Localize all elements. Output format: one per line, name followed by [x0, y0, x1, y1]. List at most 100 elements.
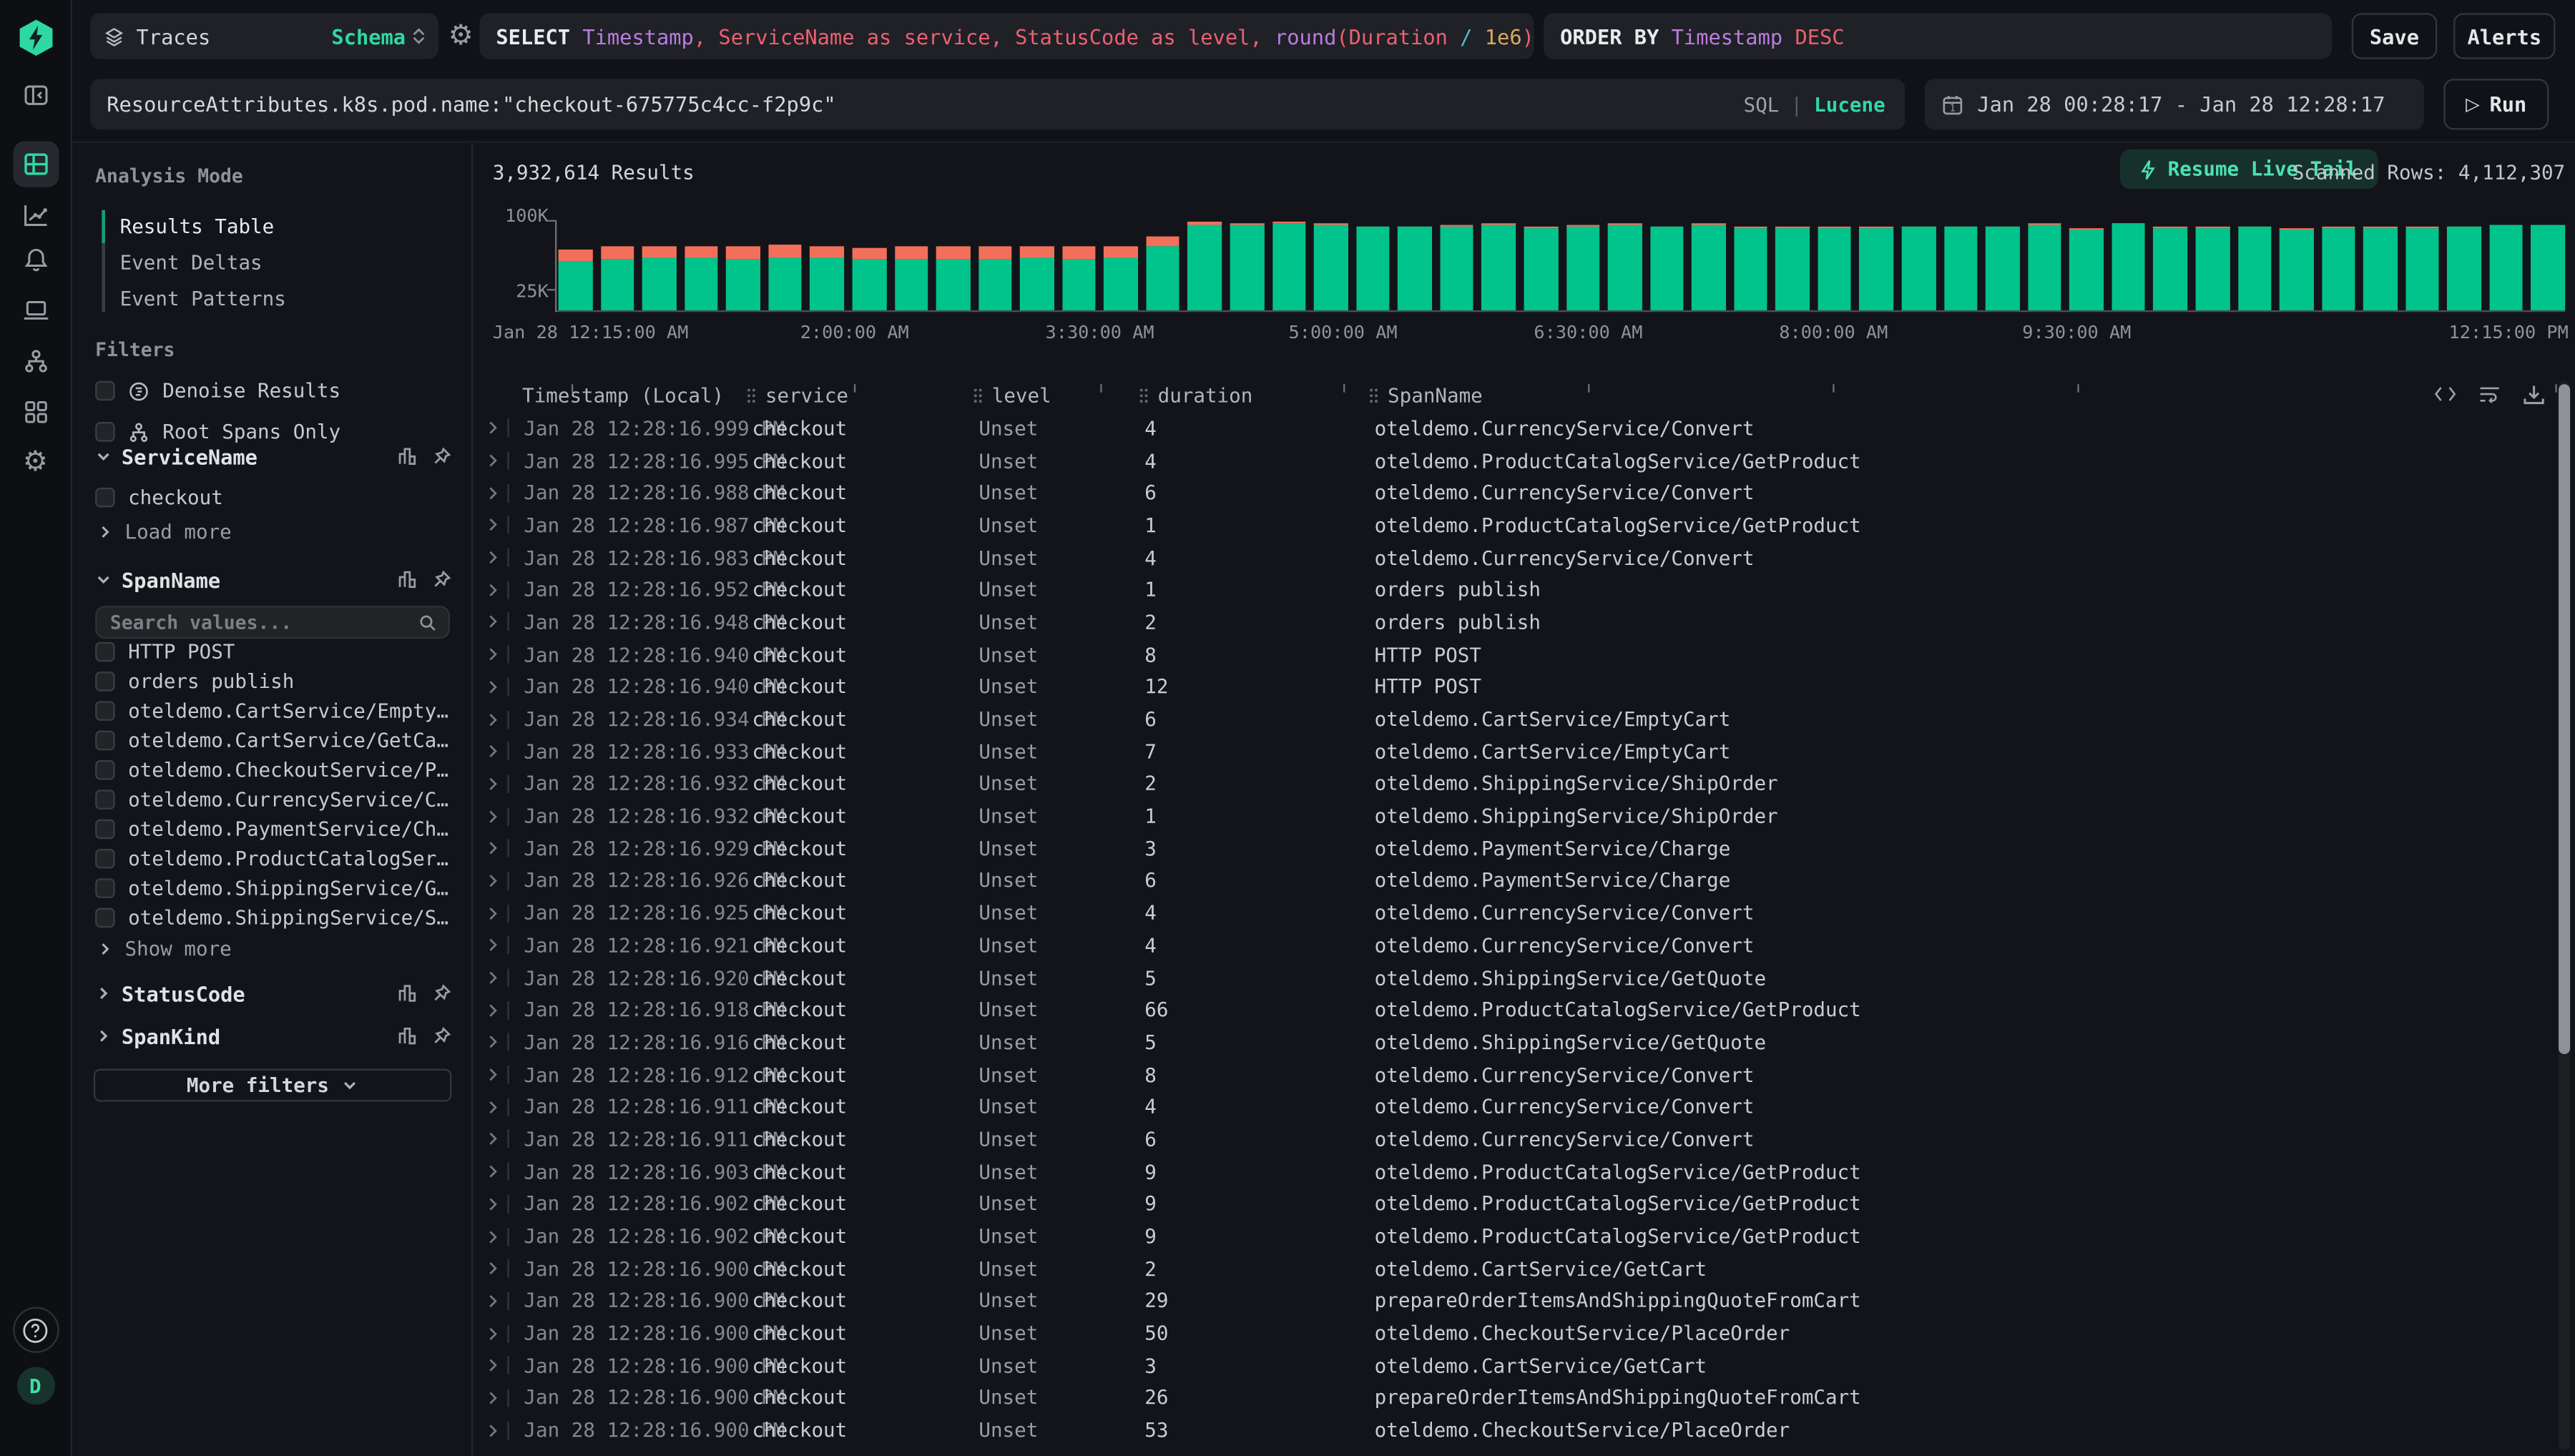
group-chart-icon[interactable]	[398, 570, 418, 590]
filter-value-row[interactable]: oteldemo.CurrencyService/Con…	[95, 784, 455, 814]
user-avatar[interactable]: D	[16, 1367, 54, 1405]
filter-value-row[interactable]: checkout	[95, 483, 455, 512]
value-checkbox[interactable]	[95, 878, 115, 898]
row-expand-chevron[interactable]	[486, 1035, 508, 1050]
value-checkbox[interactable]	[95, 820, 115, 840]
group-chart-icon[interactable]	[398, 446, 418, 466]
table-row[interactable]: Jan 28 12:28:16.999 PMcheckoutUnset4otel…	[473, 412, 2552, 444]
group-chart-icon[interactable]	[398, 1026, 418, 1046]
mode-event-patterns[interactable]: Event Patterns	[120, 285, 286, 312]
table-row[interactable]: Jan 28 12:28:16.988 PMcheckoutUnset6otel…	[473, 477, 2552, 509]
row-expand-chevron[interactable]	[486, 1391, 508, 1406]
value-checkbox[interactable]	[95, 701, 115, 721]
table-row[interactable]: Jan 28 12:28:16.940 PMcheckoutUnset12HTT…	[473, 671, 2552, 703]
table-row[interactable]: Jan 28 12:28:16.900 PMcheckoutUnset29pre…	[473, 1285, 2552, 1317]
table-row[interactable]: Jan 28 12:28:16.902 PMcheckoutUnset9otel…	[473, 1220, 2552, 1252]
histogram-bar[interactable]	[1230, 224, 1264, 310]
group-spankind-header[interactable]: SpanKind	[95, 1023, 451, 1049]
table-row[interactable]: Jan 28 12:28:16.948 PMcheckoutUnset2orde…	[473, 606, 2552, 638]
drag-handle-icon[interactable]	[1368, 388, 1380, 404]
histogram-bar[interactable]	[1272, 221, 1305, 310]
row-expand-chevron[interactable]	[486, 1003, 508, 1018]
histogram-bar[interactable]	[810, 246, 844, 310]
drag-handle-icon[interactable]	[745, 388, 757, 404]
column-header-timestamp-local-[interactable]: Timestamp (Local)	[522, 384, 745, 407]
table-row[interactable]: Jan 28 12:28:16.900 PMcheckoutUnset50ote…	[473, 1317, 2552, 1349]
histogram-bar[interactable]	[1314, 223, 1348, 310]
group-pin-icon[interactable]	[432, 983, 452, 1003]
save-button[interactable]: Save	[2352, 13, 2437, 59]
row-expand-chevron[interactable]	[486, 841, 508, 856]
alerts-bell-icon[interactable]	[22, 246, 49, 272]
collapse-sidebar-icon[interactable]	[22, 82, 49, 109]
histogram-bar[interactable]	[2322, 227, 2355, 310]
row-expand-chevron[interactable]	[486, 712, 508, 727]
row-expand-chevron[interactable]	[486, 873, 508, 888]
more-filters-button[interactable]: More filters	[94, 1069, 452, 1102]
histogram-bar[interactable]	[1566, 225, 1599, 310]
root-spans-checkbox[interactable]	[95, 422, 115, 442]
table-row[interactable]: Jan 28 12:28:16.902 PMcheckoutUnset9otel…	[473, 1188, 2552, 1220]
row-expand-chevron[interactable]	[486, 550, 508, 565]
source-settings-gear-icon[interactable]: ⚙	[448, 23, 475, 49]
row-expand-chevron[interactable]	[486, 647, 508, 662]
chart-explorer-icon[interactable]	[21, 201, 49, 229]
histogram-bar[interactable]	[1860, 227, 1893, 310]
group-pin-icon[interactable]	[432, 446, 452, 466]
histogram-bar[interactable]	[1943, 226, 1977, 310]
row-expand-chevron[interactable]	[486, 679, 508, 694]
filter-value-row[interactable]: HTTP POST	[95, 637, 455, 666]
table-row[interactable]: Jan 28 12:28:16.900 PMcheckoutUnset2otel…	[473, 1252, 2552, 1284]
table-row[interactable]: Jan 28 12:28:16.987 PMcheckoutUnset1otel…	[473, 509, 2552, 541]
histogram-bar[interactable]	[1692, 223, 1725, 310]
value-checkbox[interactable]	[95, 760, 115, 780]
histogram-bar[interactable]	[1398, 226, 1431, 310]
group-chart-icon[interactable]	[398, 983, 418, 1003]
row-expand-chevron[interactable]	[486, 1294, 508, 1309]
row-expand-chevron[interactable]	[486, 1261, 508, 1277]
run-button[interactable]: ▷Run	[2443, 79, 2549, 129]
mode-results-table[interactable]: Results Table	[120, 213, 275, 240]
histogram-bar[interactable]	[1440, 225, 1473, 310]
language-toggle-sql[interactable]: SQL	[1744, 93, 1780, 116]
row-expand-chevron[interactable]	[486, 518, 508, 533]
group-pin-icon[interactable]	[432, 570, 452, 590]
row-expand-chevron[interactable]	[486, 744, 508, 759]
histogram-bar[interactable]	[1062, 246, 1096, 310]
histogram-bar[interactable]	[1146, 237, 1179, 310]
scrollbar-thumb[interactable]	[2559, 384, 2570, 1054]
table-row[interactable]: Jan 28 12:28:16.932 PMcheckoutUnset2otel…	[473, 767, 2552, 800]
column-header-service[interactable]: service	[745, 384, 972, 407]
load-more-link[interactable]: Load more	[99, 521, 232, 543]
app-logo[interactable]	[14, 16, 57, 59]
histogram-bar[interactable]	[2237, 226, 2271, 310]
row-expand-chevron[interactable]	[486, 1358, 508, 1373]
histogram-bar[interactable]	[2112, 223, 2145, 310]
team-settings-gear-icon[interactable]: ⚙	[23, 449, 48, 477]
service-map-icon[interactable]	[21, 348, 49, 375]
histogram-bar[interactable]	[2405, 227, 2439, 310]
histogram-bar[interactable]	[936, 247, 970, 310]
row-expand-chevron[interactable]	[486, 1326, 508, 1341]
histogram-bar[interactable]	[642, 246, 676, 310]
histogram-bar[interactable]	[2531, 225, 2565, 310]
filter-value-row[interactable]: oteldemo.ProductCatalogServi…	[95, 844, 455, 873]
row-expand-chevron[interactable]	[486, 486, 508, 501]
dashboards-icon[interactable]	[23, 400, 47, 424]
histogram-bar[interactable]	[1734, 227, 1767, 310]
group-servicename-header[interactable]: ServiceName	[95, 443, 451, 470]
histogram-bar[interactable]	[1608, 224, 1642, 310]
search-results-nav-active[interactable]	[13, 141, 59, 187]
span-search-input[interactable]	[97, 611, 418, 634]
denoise-checkbox[interactable]	[95, 381, 115, 401]
histogram-bar[interactable]	[1104, 246, 1138, 310]
table-row[interactable]: Jan 28 12:28:16.952 PMcheckoutUnset1orde…	[473, 574, 2552, 606]
value-checkbox[interactable]	[95, 672, 115, 692]
table-row[interactable]: Jan 28 12:28:16.900 PMcheckoutUnset3otel…	[473, 1349, 2552, 1382]
row-expand-chevron[interactable]	[486, 1100, 508, 1115]
drag-handle-icon[interactable]	[1138, 388, 1149, 404]
row-expand-chevron[interactable]	[486, 970, 508, 985]
filter-value-row[interactable]: oteldemo.CartService/GetCart	[95, 726, 455, 755]
language-toggle-lucene[interactable]: Lucene	[1814, 93, 1885, 116]
value-checkbox[interactable]	[95, 908, 115, 928]
